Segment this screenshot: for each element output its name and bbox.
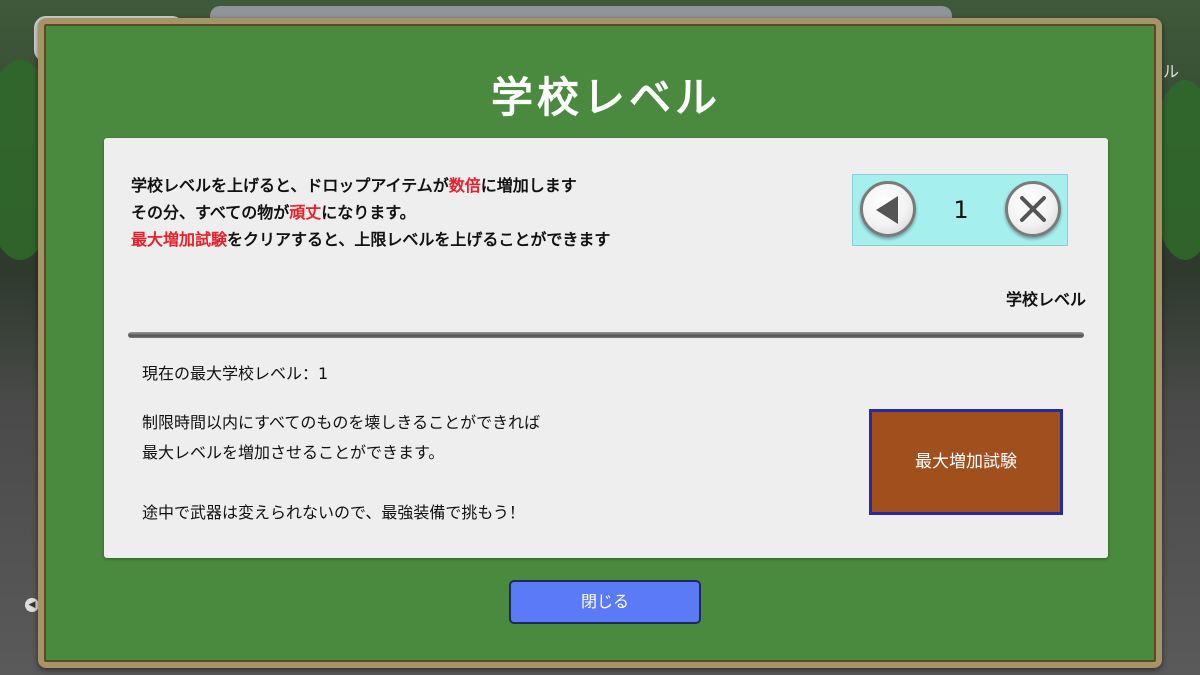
- decrease-level-button[interactable]: [860, 181, 916, 237]
- description-line-1: 学校レベルを上げると、ドロップアイテムが数倍に増加します: [131, 176, 577, 195]
- content-panel: 学校レベルを上げると、ドロップアイテムが数倍に増加します その分、すべての物が頑…: [104, 138, 1108, 558]
- background-arrow-icon: ◀: [25, 598, 39, 612]
- reset-level-button[interactable]: [1005, 181, 1061, 237]
- highlight-text: 最大増加試験: [131, 230, 228, 249]
- highlight-text: 数倍: [448, 176, 481, 195]
- background-hud-text: ル: [1163, 62, 1180, 81]
- description: 学校レベルを上げると、ドロップアイテムが数倍に増加します その分、すべての物が頑…: [131, 172, 610, 253]
- max-increase-trial-button[interactable]: 最大増加試験: [869, 409, 1063, 515]
- trial-info: 制限時間以内にすべてのものを壊しきることができれば 最大レベルを増加させることが…: [142, 408, 540, 528]
- school-level-dialog: 学校レベル 学校レベルを上げると、ドロップアイテムが数倍に増加します その分、す…: [38, 18, 1162, 668]
- divider: [128, 332, 1084, 338]
- level-value: 1: [953, 196, 969, 224]
- description-line-2: その分、すべての物が頑丈になります。: [131, 203, 416, 222]
- triangle-left-icon: [876, 196, 898, 224]
- level-selector: 1: [852, 174, 1068, 246]
- current-max-level: 現在の最大学校レベル：1: [142, 364, 329, 383]
- close-button[interactable]: 閉じる: [509, 580, 701, 624]
- description-line-3: 最大増加試験をクリアすると、上限レベルを上げることができます: [131, 230, 611, 249]
- trial-info-line-2: 最大レベルを増加させることができます。: [142, 443, 445, 462]
- close-x-icon: [1020, 196, 1046, 222]
- highlight-text: 頑丈: [289, 203, 322, 222]
- dialog-title: 学校レベル: [490, 73, 721, 122]
- trial-info-line-3: 途中で武器は変えられないので、最強装備で挑もう！: [142, 503, 525, 522]
- level-selector-label: 学校レベル: [1005, 290, 1086, 309]
- trial-info-line-1: 制限時間以内にすべてのものを壊しきることができれば: [142, 413, 541, 432]
